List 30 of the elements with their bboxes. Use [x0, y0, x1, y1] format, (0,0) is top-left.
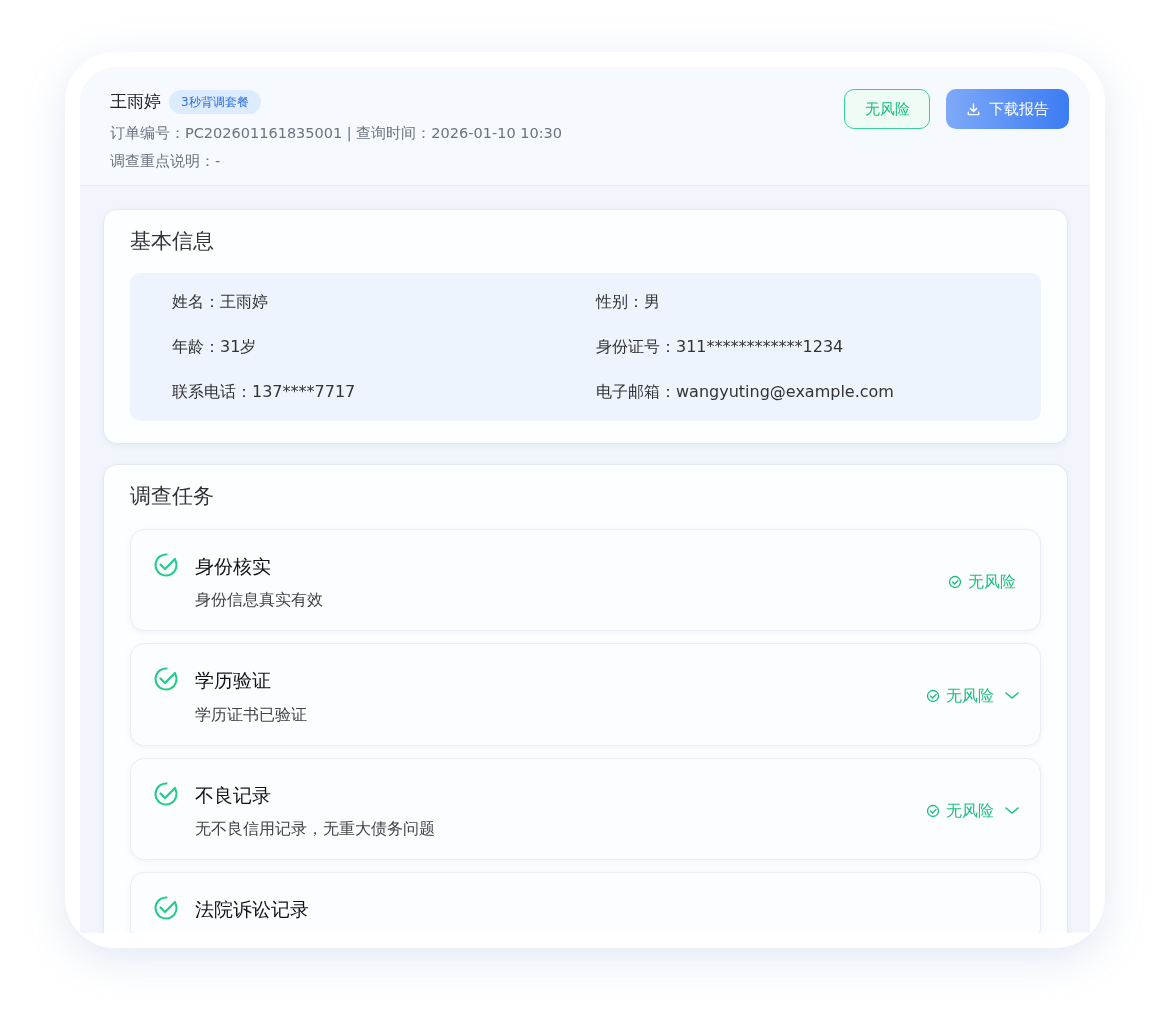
task-detail: 无不良信用记录，无重大债务问题	[195, 818, 436, 840]
package-tag: 3秒背调套餐	[169, 89, 261, 114]
task-item[interactable]: 学历验证 学历证书已验证 无风险	[130, 643, 1041, 746]
check-circle-icon	[926, 689, 940, 704]
section-title: 基本信息	[130, 227, 215, 255]
task-detail: 身份信息真实有效	[195, 589, 324, 611]
info-field: 姓名：王雨婷	[172, 291, 596, 313]
focus-note: 调查重点说明：-	[110, 151, 222, 171]
task-item[interactable]: 法院诉讼记录	[130, 872, 1041, 933]
info-field: 电子邮箱：wangyuting@example.com	[596, 381, 999, 403]
task-title: 不良记录	[195, 782, 272, 808]
task-title: 法院诉讼记录	[195, 897, 310, 922]
task-item[interactable]: 身份核实 身份信息真实有效 无风险	[130, 528, 1041, 631]
info-field: 性别：男	[596, 291, 999, 313]
task-detail: 学历证书已验证	[195, 703, 308, 726]
download-icon	[966, 101, 981, 117]
candidate-name: 王雨婷	[110, 90, 161, 113]
section-title: 调查任务	[130, 483, 215, 510]
order-info: 订单编号：PC202601161835001 | 查询时间：2026-01-10 10:30	[110, 123, 562, 144]
risk-status: 无风险	[968, 570, 1016, 593]
info-field: 联系电话：137****7717	[172, 381, 596, 403]
task-title: 学历验证	[195, 668, 272, 693]
info-field: 身份证号：311************1234	[596, 336, 999, 358]
task-item[interactable]: 不良记录 无不良信用记录，无重大债务问题 无风险	[130, 757, 1041, 860]
check-circle-icon	[948, 574, 962, 589]
check-circle-icon	[926, 803, 940, 818]
risk-status: 无风险	[946, 685, 994, 708]
info-field: 年龄：31岁	[172, 336, 596, 358]
task-title: 身份核实	[195, 553, 272, 579]
risk-status: 无风险	[946, 799, 994, 822]
